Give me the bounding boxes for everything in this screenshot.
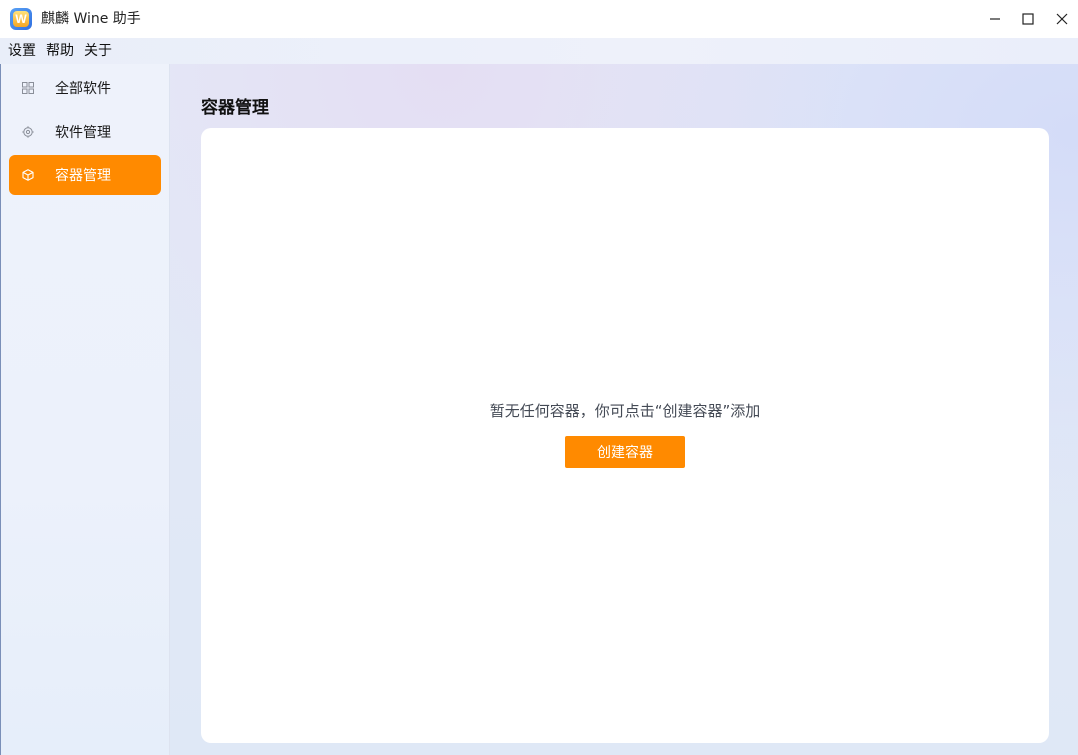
sidebar-item-label: 全部软件 <box>55 81 111 97</box>
menu-help[interactable]: 帮助 <box>46 38 74 64</box>
maximize-icon <box>1022 13 1034 25</box>
gear-icon <box>21 125 35 139</box>
window-edge <box>0 64 1 755</box>
app-logo-letter: W <box>13 11 29 27</box>
container-list-panel: 暂无任何容器，你可点击“创建容器”添加 创建容器 <box>201 128 1049 743</box>
sidebar: 全部软件 软件管理 容器管理 <box>0 64 170 755</box>
close-button[interactable] <box>1047 4 1077 34</box>
menu-about[interactable]: 关于 <box>84 38 112 64</box>
minimize-icon <box>990 18 1000 20</box>
maximize-button[interactable] <box>1013 4 1043 34</box>
box-icon <box>21 168 35 182</box>
create-container-button[interactable]: 创建容器 <box>565 436 685 468</box>
menu-settings[interactable]: 设置 <box>8 38 36 64</box>
window-title: 麒麟 Wine 助手 <box>41 11 141 27</box>
sidebar-item-container-management[interactable]: 容器管理 <box>9 155 161 195</box>
app-logo-icon: W <box>10 8 32 30</box>
sidebar-item-label: 软件管理 <box>55 125 111 141</box>
grid-icon <box>21 81 35 95</box>
sidebar-item-label: 容器管理 <box>55 168 111 184</box>
minimize-button[interactable] <box>980 4 1010 34</box>
main-content: 容器管理 暂无任何容器，你可点击“创建容器”添加 创建容器 <box>170 64 1078 755</box>
title-bar: W 麒麟 Wine 助手 <box>0 0 1078 38</box>
sidebar-item-all-software[interactable]: 全部软件 <box>9 68 161 108</box>
app-window: W 麒麟 Wine 助手 设置 帮助 关于 全部软件 软件管理 容器管理 容器管… <box>0 0 1078 755</box>
sidebar-item-software-management[interactable]: 软件管理 <box>9 112 161 152</box>
menu-bar: 设置 帮助 关于 <box>0 38 1078 64</box>
empty-state-message: 暂无任何容器，你可点击“创建容器”添加 <box>489 402 761 420</box>
page-title: 容器管理 <box>201 98 269 118</box>
close-icon <box>1056 13 1068 25</box>
